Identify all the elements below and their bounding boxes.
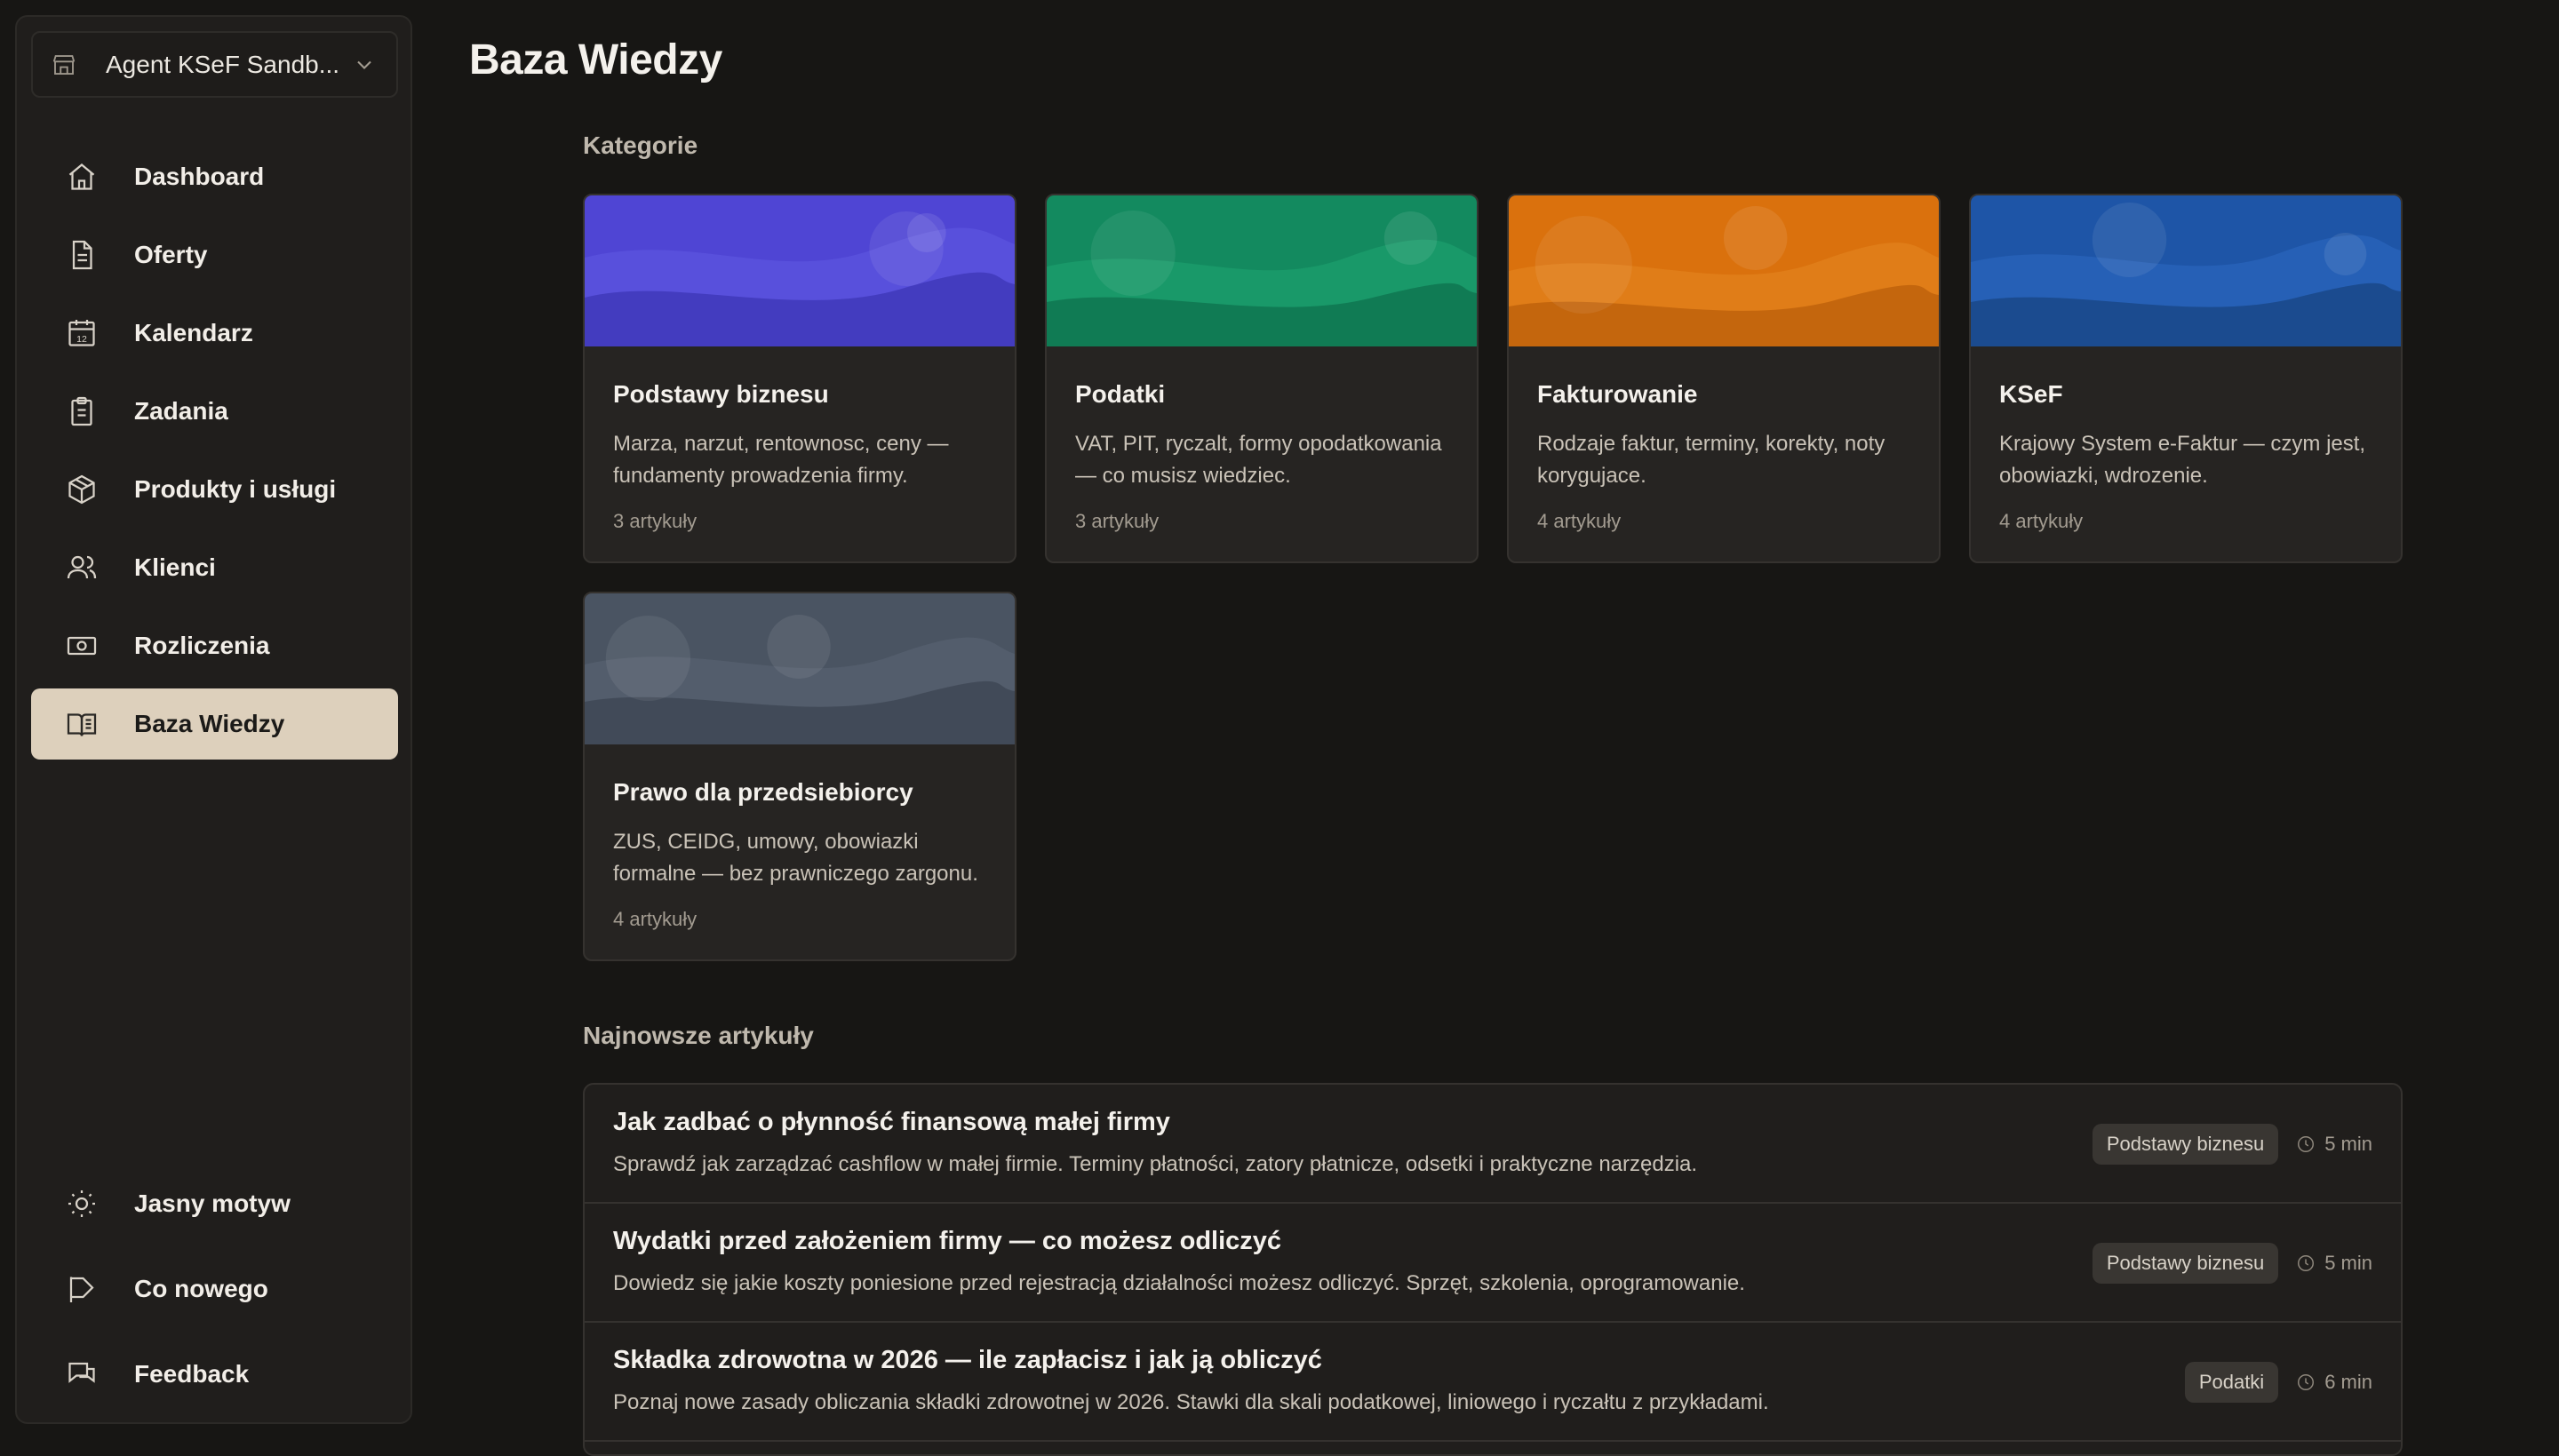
sidebar-item-label: Zadania bbox=[134, 397, 228, 425]
sidebar-item-kalendarz[interactable]: 12 Kalendarz bbox=[31, 298, 398, 369]
main-nav: Dashboard Oferty 12 Kalendarz Zadania Pr… bbox=[31, 141, 398, 767]
sidebar-item-label: Kalendarz bbox=[134, 319, 253, 346]
whats-new-label: Co nowego bbox=[134, 1275, 268, 1302]
workspace-switcher[interactable]: Agent KSeF Sandb... bbox=[31, 31, 398, 98]
category-card[interactable]: KSeF Krajowy System e-Faktur — czym jest… bbox=[1969, 194, 2403, 563]
sidebar-item-label: Produkty i usługi bbox=[134, 475, 337, 503]
sidebar-item-label: Rozliczenia bbox=[134, 632, 270, 659]
article-title: Składka zdrowotna w 2026 — ile zapłacisz… bbox=[613, 1346, 1322, 1374]
category-description: Rodzaje faktur, terminy, korekty, noty k… bbox=[1537, 432, 1885, 488]
article-meta: Podstawy biznesu 5 min bbox=[2092, 1243, 2372, 1284]
read-time: 5 min bbox=[2324, 1133, 2372, 1155]
sidebar-item-dashboard[interactable]: Dashboard bbox=[31, 141, 398, 212]
home-icon bbox=[65, 160, 99, 194]
categories-heading: Kategorie bbox=[583, 131, 698, 159]
clipboard-icon bbox=[65, 394, 99, 428]
category-title: KSeF bbox=[1999, 380, 2063, 408]
sidebar-item-label: Klienci bbox=[134, 553, 216, 581]
box-icon bbox=[65, 473, 99, 506]
category-banner bbox=[1509, 195, 1939, 346]
sidebar-item-klienci[interactable]: Klienci bbox=[31, 532, 398, 603]
article-meta: Podatki 6 min bbox=[2184, 1362, 2372, 1403]
category-badge: Podstawy biznesu bbox=[2092, 1124, 2279, 1165]
category-title: Podstawy biznesu bbox=[613, 380, 829, 408]
category-description: Marza, narzut, rentownosc, ceny — fundam… bbox=[613, 432, 949, 488]
category-banner bbox=[1047, 195, 1477, 346]
store-icon bbox=[52, 54, 76, 75]
category-card[interactable]: Fakturowanie Rodzaje faktur, terminy, ko… bbox=[1507, 194, 1941, 563]
sidebar-item-rozliczenia[interactable]: Rozliczenia bbox=[31, 610, 398, 681]
category-banner bbox=[585, 195, 1015, 346]
read-time: 6 min bbox=[2324, 1371, 2372, 1393]
read-time: 5 min bbox=[2324, 1252, 2372, 1274]
document-icon bbox=[65, 238, 99, 272]
article-row[interactable]: Jak zadbać o płynność finansową małej fi… bbox=[585, 1085, 2401, 1204]
sidebar-item-label: Dashboard bbox=[134, 163, 265, 190]
sidebar-item-baza-wiedzy[interactable]: Baza Wiedzy bbox=[31, 688, 398, 760]
clock-icon bbox=[2298, 1136, 2315, 1152]
theme-toggle[interactable]: Jasny motyw bbox=[31, 1166, 398, 1242]
article-meta: Podstawy biznesu 5 min bbox=[2092, 1124, 2372, 1165]
users-icon bbox=[65, 551, 99, 585]
category-banner bbox=[1971, 195, 2401, 346]
category-title: Podatki bbox=[1075, 380, 1166, 408]
feedback-link[interactable]: Feedback bbox=[31, 1336, 398, 1412]
svg-text:12: 12 bbox=[76, 334, 87, 345]
banknote-icon bbox=[65, 629, 99, 663]
sidebar-item-label: Baza Wiedzy bbox=[134, 710, 285, 737]
articles-list: Jak zadbać o płynność finansową małej fi… bbox=[583, 1083, 2403, 1456]
workspace-name: Agent KSeF Sandb... bbox=[106, 50, 340, 78]
chevron-down-icon bbox=[357, 60, 371, 69]
category-banner bbox=[585, 593, 1015, 744]
clock-icon bbox=[2298, 1374, 2315, 1390]
sun-icon bbox=[65, 1187, 99, 1221]
whats-new-link[interactable]: Co nowego bbox=[31, 1251, 398, 1327]
category-description: Krajowy System e-Faktur — czym jest, obo… bbox=[1999, 432, 2366, 488]
theme-toggle-label: Jasny motyw bbox=[134, 1189, 291, 1217]
sidebar-item-produkty[interactable]: Produkty i usługi bbox=[31, 454, 398, 525]
calendar-icon: 12 bbox=[65, 316, 99, 350]
latest-articles-heading: Najnowsze artykuły bbox=[583, 1022, 814, 1049]
category-title: Prawo dla przedsiebiorcy bbox=[613, 778, 913, 806]
clock-icon bbox=[2298, 1255, 2315, 1271]
category-card[interactable]: Podstawy biznesu Marza, narzut, rentowno… bbox=[583, 194, 1016, 563]
chat-icon bbox=[65, 1357, 99, 1391]
category-count: 4 artykuły bbox=[613, 908, 698, 930]
sidebar-item-oferty[interactable]: Oferty bbox=[31, 219, 398, 290]
sidebar-item-label: Oferty bbox=[134, 241, 208, 268]
category-count: 3 artykuły bbox=[613, 510, 698, 532]
category-badge: Podatki bbox=[2184, 1362, 2279, 1403]
category-badge: Podstawy biznesu bbox=[2092, 1243, 2279, 1284]
flag-icon bbox=[65, 1272, 99, 1306]
book-icon bbox=[65, 707, 99, 741]
bottom-nav: Jasny motyw Co nowego Feedback bbox=[31, 1166, 398, 1421]
category-card[interactable]: Podatki VAT, PIT, ryczalt, formy opodatk… bbox=[1045, 194, 1479, 563]
feedback-label: Feedback bbox=[134, 1360, 250, 1388]
category-card[interactable]: Prawo dla przedsiebiorcy ZUS, CEIDG, umo… bbox=[583, 592, 1016, 961]
article-row[interactable]: Składka zdrowotna w 2026 — ile zapłacisz… bbox=[585, 1323, 2401, 1442]
category-description: ZUS, CEIDG, umowy, obowiazki formalne — … bbox=[613, 830, 978, 886]
article-description: Poznaj nowe zasady obliczania składki zd… bbox=[613, 1390, 1769, 1414]
sidebar-item-zadania[interactable]: Zadania bbox=[31, 376, 398, 447]
sidebar: Agent KSeF Sandb... Dashboard Oferty 12 … bbox=[15, 15, 412, 1424]
category-count: 4 artykuły bbox=[1537, 510, 1622, 532]
article-description: Dowiedz się jakie koszty poniesione prze… bbox=[613, 1271, 1745, 1295]
article-row[interactable]: Wydatki przed założeniem firmy — co może… bbox=[585, 1204, 2401, 1323]
page-title: Baza Wiedzy bbox=[469, 36, 722, 84]
category-count: 3 artykuły bbox=[1075, 510, 1160, 532]
article-title: Wydatki przed założeniem firmy — co może… bbox=[613, 1227, 1282, 1255]
category-description: VAT, PIT, ryczalt, formy opodatkowania —… bbox=[1075, 432, 1442, 488]
category-title: Fakturowanie bbox=[1537, 380, 1698, 408]
article-description: Sprawdź jak zarządzać cashflow w małej f… bbox=[613, 1152, 1698, 1176]
category-count: 4 artykuły bbox=[1999, 510, 2084, 532]
article-title: Jak zadbać o płynność finansową małej fi… bbox=[613, 1108, 1170, 1136]
